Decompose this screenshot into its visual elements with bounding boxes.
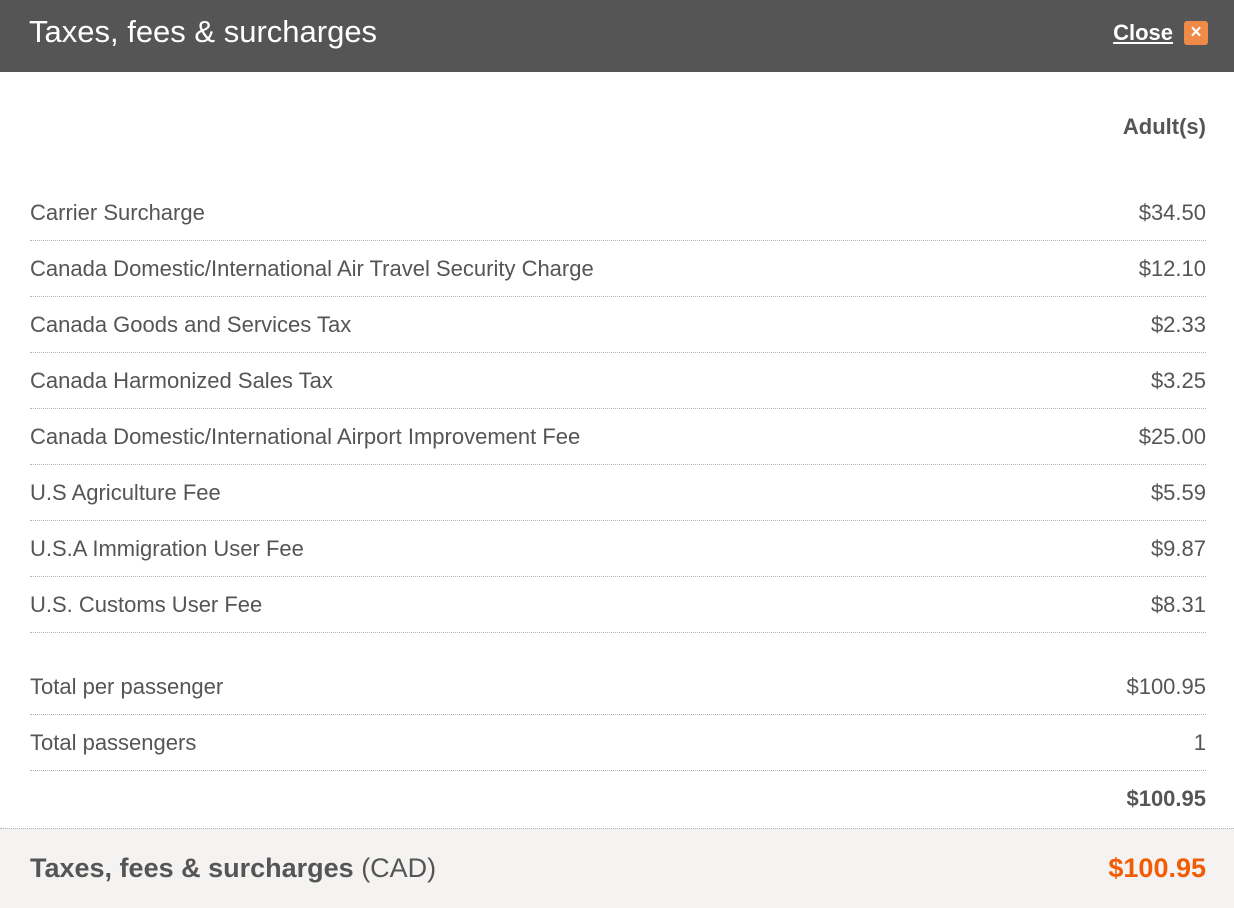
total-passengers-label: Total passengers	[30, 729, 197, 755]
fee-amount: $9.87	[1150, 535, 1206, 561]
fee-row: Canada Goods and Services Tax $2.33	[30, 297, 1206, 353]
fee-amount: $25.00	[1138, 423, 1206, 449]
fee-label: Canada Goods and Services Tax	[30, 311, 352, 337]
fee-amount: $12.10	[1138, 255, 1206, 281]
total-passengers-row: Total passengers 1	[30, 715, 1206, 771]
footer-total-label: Taxes, fees & surcharges (CAD)	[30, 851, 436, 885]
dialog-footer: Taxes, fees & surcharges (CAD) $100.95	[0, 828, 1234, 908]
dialog-title: Taxes, fees & surcharges	[29, 14, 378, 49]
fee-row: U.S Agriculture Fee $5.59	[30, 465, 1206, 521]
total-per-passenger-row: Total per passenger $100.95	[30, 659, 1206, 715]
footer-title: Taxes, fees & surcharges	[30, 853, 354, 883]
fee-label: U.S Agriculture Fee	[30, 479, 221, 505]
dialog-header: Taxes, fees & surcharges Close ×	[0, 0, 1234, 72]
total-per-passenger-amount: $100.95	[1126, 673, 1206, 699]
fee-amount: $2.33	[1150, 311, 1206, 337]
fee-amount: $34.50	[1138, 199, 1206, 225]
currency-label: (CAD)	[361, 853, 437, 883]
fee-row: Canada Domestic/International Air Travel…	[30, 241, 1206, 297]
subtotal-amount: $100.95	[1126, 786, 1206, 811]
fee-label: Canada Domestic/International Air Travel…	[30, 255, 594, 281]
fee-amount: $8.31	[1150, 591, 1206, 617]
grand-total-amount: $100.95	[1108, 853, 1206, 883]
fee-amount: $5.59	[1150, 479, 1206, 505]
fee-row: U.S.A Immigration User Fee $9.87	[30, 521, 1206, 577]
fee-label: Canada Domestic/International Airport Im…	[30, 423, 581, 449]
fee-list: Carrier Surcharge $34.50 Canada Domestic…	[30, 185, 1206, 633]
fee-label: Canada Harmonized Sales Tax	[30, 367, 333, 393]
close-button[interactable]: Close ×	[1113, 18, 1208, 48]
fee-row: Canada Harmonized Sales Tax $3.25	[30, 353, 1206, 409]
fee-label: Carrier Surcharge	[30, 199, 205, 225]
total-passengers-count: 1	[1193, 729, 1206, 755]
fee-label: U.S. Customs User Fee	[30, 591, 263, 617]
fee-row: U.S. Customs User Fee $8.31	[30, 577, 1206, 633]
fee-row: Canada Domestic/International Airport Im…	[30, 409, 1206, 465]
subtotal-row: $100.95	[30, 771, 1206, 827]
totals-section: Total per passenger $100.95 Total passen…	[30, 659, 1206, 827]
taxes-fees-dialog: Taxes, fees & surcharges Close × Adult(s…	[0, 0, 1234, 908]
close-icon[interactable]: ×	[1184, 21, 1208, 45]
fee-row: Carrier Surcharge $34.50	[30, 185, 1206, 241]
fee-label: U.S.A Immigration User Fee	[30, 535, 304, 561]
close-link-label[interactable]: Close	[1113, 18, 1173, 48]
column-header-adults: Adult(s)	[1122, 114, 1206, 139]
fee-amount: $3.25	[1150, 367, 1206, 393]
total-per-passenger-label: Total per passenger	[30, 673, 224, 699]
